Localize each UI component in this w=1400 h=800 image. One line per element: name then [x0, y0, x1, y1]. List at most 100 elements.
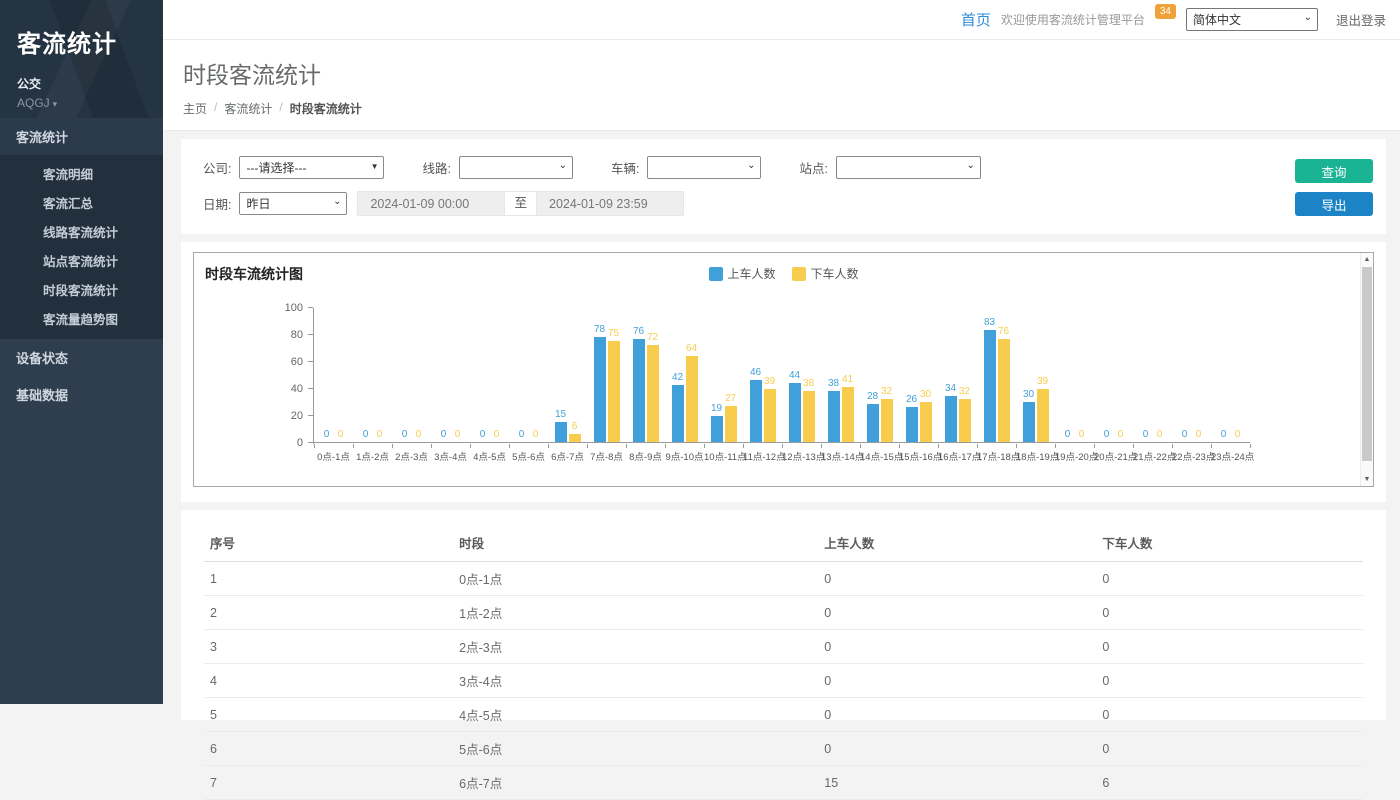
bar-上车人数[interactable]: [945, 396, 957, 442]
bar-value-label: 0: [1118, 429, 1124, 440]
bar-下车人数[interactable]: [725, 406, 737, 442]
x-axis-label: 10点-11点: [704, 449, 743, 463]
bar-下车人数[interactable]: [647, 345, 659, 442]
bar-上车人数[interactable]: [984, 330, 996, 442]
bar-上车人数[interactable]: [555, 422, 567, 442]
sidebar-item-客流统计[interactable]: 客流统计: [0, 118, 163, 155]
bar-下车人数[interactable]: [998, 339, 1010, 442]
legend-item[interactable]: 下车人数: [792, 265, 859, 282]
sidebar-item-客流汇总[interactable]: 客流汇总: [0, 188, 163, 217]
sidebar-item-时段客流统计[interactable]: 时段客流统计: [0, 275, 163, 304]
bar-下车人数[interactable]: [686, 356, 698, 442]
table-body: 10点-1点0021点-2点0032点-3点0043点-4点0054点-5点00…: [204, 562, 1363, 800]
sidebar-item-线路客流统计[interactable]: 线路客流统计: [0, 217, 163, 246]
bar-上车人数[interactable]: [906, 407, 918, 442]
bar-value-label: 0: [416, 429, 422, 440]
company-select[interactable]: ---请选择---: [239, 156, 384, 179]
bar-下车人数[interactable]: [1037, 389, 1049, 442]
bar-wrap: 41: [842, 374, 854, 442]
x-axis-label: 16点-17点: [938, 449, 977, 463]
home-link[interactable]: 首页: [961, 9, 991, 30]
bar-下车人数[interactable]: [842, 387, 854, 442]
x-axis-label: 20点-21点: [1094, 449, 1133, 463]
bar-value-label: 39: [764, 376, 775, 387]
bar-上车人数[interactable]: [672, 385, 684, 442]
sidebar-item-站点客流统计[interactable]: 站点客流统计: [0, 246, 163, 275]
table-cell: 2: [204, 596, 453, 630]
bar-下车人数[interactable]: [959, 399, 971, 442]
sidebar-item-客流明细[interactable]: 客流明细: [0, 159, 163, 188]
bar-上车人数[interactable]: [828, 391, 840, 442]
bar-wrap: 26: [906, 394, 918, 442]
bar-group: 4264: [665, 343, 704, 442]
bar-上车人数[interactable]: [789, 383, 801, 442]
table-cell: 0点-1点: [453, 562, 818, 596]
scroll-up-icon[interactable]: ▲: [1361, 256, 1373, 263]
table-row[interactable]: 10点-1点00: [204, 562, 1363, 596]
table-header-下车人数: 下车人数: [1096, 524, 1363, 562]
table-row[interactable]: 32点-3点00: [204, 630, 1363, 664]
notification-badge[interactable]: 34: [1155, 4, 1176, 19]
table-cell: 0: [818, 698, 1096, 732]
bar-下车人数[interactable]: [881, 399, 893, 442]
bar-上车人数[interactable]: [711, 416, 723, 442]
bar-group: 00: [1094, 429, 1133, 442]
date-end-input[interactable]: [536, 191, 684, 216]
language-select[interactable]: 简体中文: [1186, 8, 1318, 31]
table-row[interactable]: 76点-7点156: [204, 766, 1363, 800]
bar-value-label: 0: [1079, 429, 1085, 440]
bar-下车人数[interactable]: [920, 402, 932, 443]
bar-下车人数[interactable]: [803, 391, 815, 442]
breadcrumb-item[interactable]: 主页: [183, 100, 207, 117]
station-select[interactable]: [836, 156, 981, 179]
sidebar-item-客流量趋势图[interactable]: 客流量趋势图: [0, 304, 163, 333]
table-row[interactable]: 65点-6点00: [204, 732, 1363, 766]
bar-wrap: 38: [828, 378, 840, 442]
user-menu[interactable]: AQGJ▾: [17, 96, 163, 110]
bar-wrap: 0: [399, 429, 411, 442]
date-start-input[interactable]: [357, 191, 505, 216]
bar-group: 7875: [587, 324, 626, 442]
x-axis-label: 2点-3点: [392, 449, 431, 463]
legend-label: 上车人数: [727, 265, 775, 282]
scrollbar-thumb[interactable]: [1362, 267, 1372, 461]
bar-下车人数[interactable]: [764, 389, 776, 442]
date-preset-select[interactable]: 昨日: [239, 192, 347, 215]
breadcrumb-item[interactable]: 时段客流统计: [290, 100, 362, 117]
table-cell: 2点-3点: [453, 630, 818, 664]
legend-item[interactable]: 上车人数: [708, 265, 775, 282]
bar-下车人数[interactable]: [569, 434, 581, 442]
scroll-down-icon[interactable]: ▼: [1361, 476, 1373, 483]
bar-group: 4438: [782, 370, 821, 442]
bar-上车人数[interactable]: [633, 339, 645, 442]
bar-wrap: 0: [516, 429, 528, 442]
sidebar-item-设备状态[interactable]: 设备状态: [0, 339, 163, 376]
table-row[interactable]: 54点-5点00: [204, 698, 1363, 732]
bar-下车人数[interactable]: [608, 341, 620, 442]
x-axis-label: 15点-16点: [899, 449, 938, 463]
table-row[interactable]: 21点-2点00: [204, 596, 1363, 630]
x-axis-label: 18点-19点: [1016, 449, 1055, 463]
bar-上车人数[interactable]: [1023, 402, 1035, 443]
x-axis-label: 3点-4点: [431, 449, 470, 463]
table-header-row: 序号时段上车人数下车人数: [204, 524, 1363, 562]
vertical-scrollbar[interactable]: ▲ ▼: [1360, 253, 1373, 486]
logout-link[interactable]: 退出登录: [1336, 10, 1386, 29]
vehicle-select-wrap: ⌄: [647, 156, 761, 179]
bar-上车人数[interactable]: [750, 380, 762, 442]
vehicle-label: 车辆:: [611, 158, 639, 177]
export-button[interactable]: 导出: [1295, 192, 1373, 216]
table-row[interactable]: 43点-4点00: [204, 664, 1363, 698]
bar-wrap: 76: [998, 326, 1010, 442]
bar-wrap: 0: [1115, 429, 1127, 442]
sidebar-item-基础数据[interactable]: 基础数据: [0, 376, 163, 413]
bar-上车人数[interactable]: [867, 404, 879, 442]
line-select[interactable]: [459, 156, 573, 179]
breadcrumb-item[interactable]: 客流统计: [224, 100, 272, 117]
bar-value-label: 78: [594, 324, 605, 335]
x-axis-label: 4点-5点: [470, 449, 509, 463]
vehicle-select[interactable]: [647, 156, 761, 179]
bar-上车人数[interactable]: [594, 337, 606, 442]
search-button[interactable]: 查询: [1295, 159, 1373, 183]
filter-row-2: 日期: 昨日 ⌄ 至: [203, 191, 1364, 216]
